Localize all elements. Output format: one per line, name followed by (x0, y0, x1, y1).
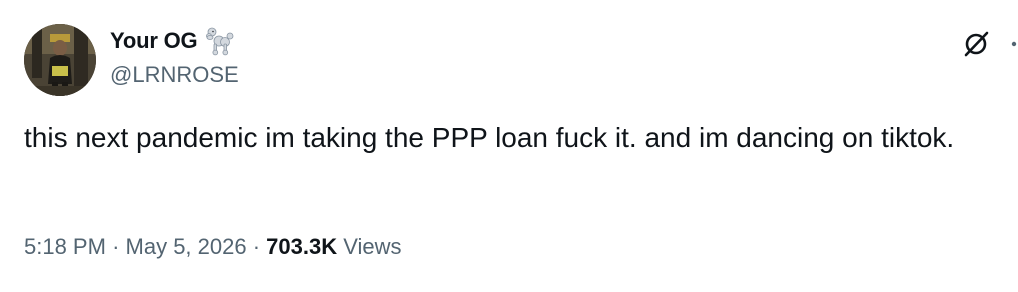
avatar-image (24, 24, 96, 96)
grok-icon (964, 31, 989, 57)
avatar[interactable] (24, 24, 96, 96)
views-count: 703.3K (266, 234, 338, 259)
views-label: Views (343, 234, 402, 259)
tweet-meta: 5:18 PM · May 5, 2026 · 703.3K Views (24, 234, 402, 260)
meta-separator-2: · (252, 234, 261, 259)
display-name[interactable]: Your OG (110, 28, 198, 54)
meta-separator: · (112, 234, 120, 259)
tweet-time[interactable]: 5:18 PM (24, 234, 106, 260)
more-options-button[interactable] (998, 26, 1018, 62)
grok-button[interactable] (958, 26, 994, 62)
tweet-date[interactable]: May 5, 2026 (126, 234, 247, 260)
tweet-text: this next pandemic im taking the PPP loa… (24, 122, 955, 153)
name-row: Your OG (110, 24, 235, 58)
tweet-card: Your OG @LRNROSE this next pandemic im t… (0, 0, 1018, 292)
poodle-icon (206, 27, 234, 56)
user-handle[interactable]: @LRNROSE (110, 62, 239, 88)
more-dots-icon (1011, 41, 1017, 47)
